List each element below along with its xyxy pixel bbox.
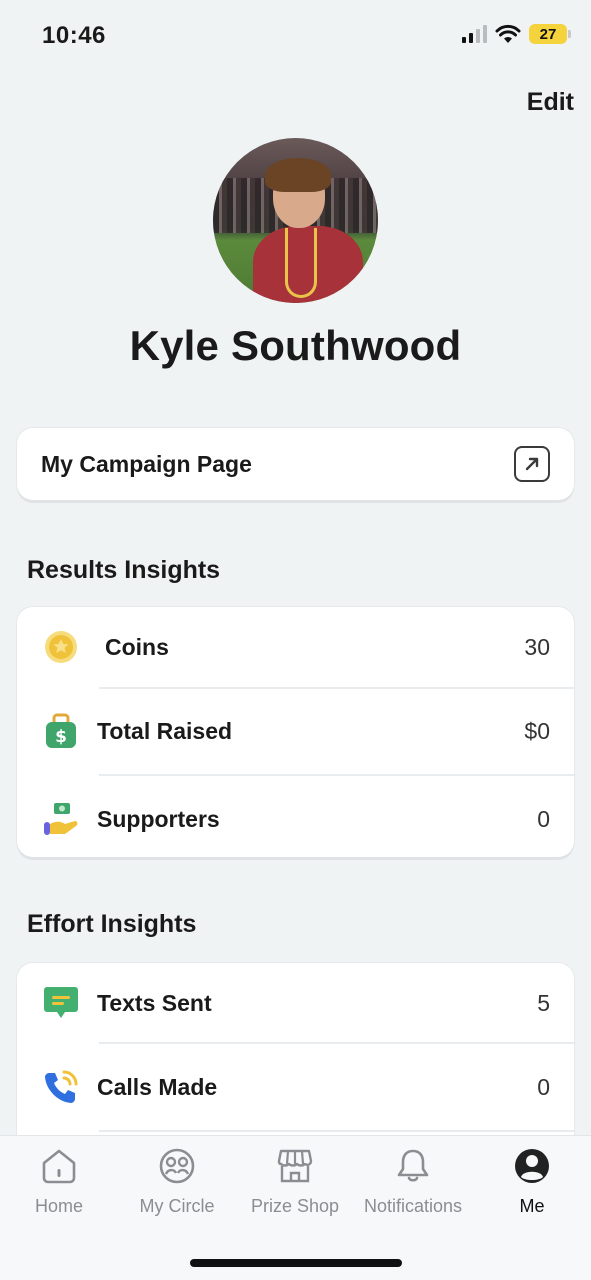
edit-button[interactable]: Edit — [527, 88, 574, 117]
home-indicator[interactable] — [190, 1259, 402, 1267]
effort-insights-card: Texts Sent 5 Calls Made 0 — [17, 963, 574, 1163]
tab-label: Home — [34, 1196, 83, 1216]
wifi-icon — [495, 24, 521, 43]
tab-label: Prize Shop — [250, 1196, 340, 1216]
chat-bubble-icon — [43, 985, 79, 1021]
status-time: 10:46 — [42, 22, 106, 49]
divider — [99, 1042, 574, 1044]
home-icon — [39, 1146, 79, 1186]
list-item-supporters[interactable]: Supporters 0 — [17, 779, 574, 859]
tab-label: Notifications — [363, 1196, 463, 1216]
results-insights-heading: Results Insights — [27, 556, 221, 584]
supporters-value: 0 — [537, 805, 550, 832]
effort-insights-heading: Effort Insights — [27, 910, 197, 938]
texts-sent-label: Texts Sent — [97, 989, 212, 1016]
calls-made-value: 0 — [537, 1073, 550, 1100]
tab-my-circle[interactable]: My Circle — [118, 1146, 236, 1217]
tab-notifications[interactable]: Notifications — [354, 1146, 472, 1217]
tab-label: My Circle — [139, 1196, 215, 1216]
supporters-hand-icon — [43, 801, 79, 837]
circle-group-icon — [157, 1146, 197, 1186]
supporters-label: Supporters — [97, 805, 220, 832]
profile-name: Kyle Southwood — [129, 322, 462, 369]
list-item-total-raised[interactable]: $ Total Raised $0 — [17, 691, 574, 771]
money-bag-icon: $ — [43, 713, 79, 749]
total-raised-label: Total Raised — [97, 717, 233, 744]
list-item-texts-sent[interactable]: Texts Sent 5 — [17, 963, 574, 1043]
coin-icon — [43, 629, 79, 665]
coins-label: Coins — [105, 633, 169, 660]
campaign-label: My Campaign Page — [41, 450, 252, 477]
store-icon — [275, 1146, 315, 1186]
tab-label: Me — [519, 1196, 545, 1216]
my-campaign-page-button[interactable]: My Campaign Page — [17, 428, 574, 500]
divider — [99, 1130, 574, 1132]
profile-icon — [512, 1146, 552, 1186]
texts-sent-value: 5 — [537, 989, 550, 1016]
calls-made-label: Calls Made — [97, 1073, 218, 1100]
cellular-signal-icon — [462, 25, 487, 43]
coins-value: 30 — [524, 633, 550, 660]
avatar[interactable] — [213, 138, 378, 303]
divider — [99, 774, 574, 776]
phone-icon — [43, 1069, 79, 1105]
tab-prize-shop[interactable]: Prize Shop — [236, 1146, 354, 1217]
divider — [99, 687, 574, 689]
tab-me[interactable]: Me — [473, 1146, 591, 1217]
svg-text:$: $ — [55, 727, 67, 747]
list-item-calls-made[interactable]: Calls Made 0 — [17, 1047, 574, 1127]
battery-icon: 27 — [529, 24, 571, 44]
tab-home[interactable]: Home — [0, 1146, 118, 1217]
total-raised-value: $0 — [524, 717, 550, 744]
list-item-coins[interactable]: Coins 30 — [17, 607, 574, 687]
status-icons: 27 — [462, 24, 571, 44]
bell-icon — [393, 1146, 433, 1186]
results-insights-card: Coins 30 $ Total Raised $0 Supporters 0 — [17, 607, 574, 857]
status-bar: 10:46 27 — [0, 0, 591, 72]
external-link-icon — [514, 446, 550, 482]
